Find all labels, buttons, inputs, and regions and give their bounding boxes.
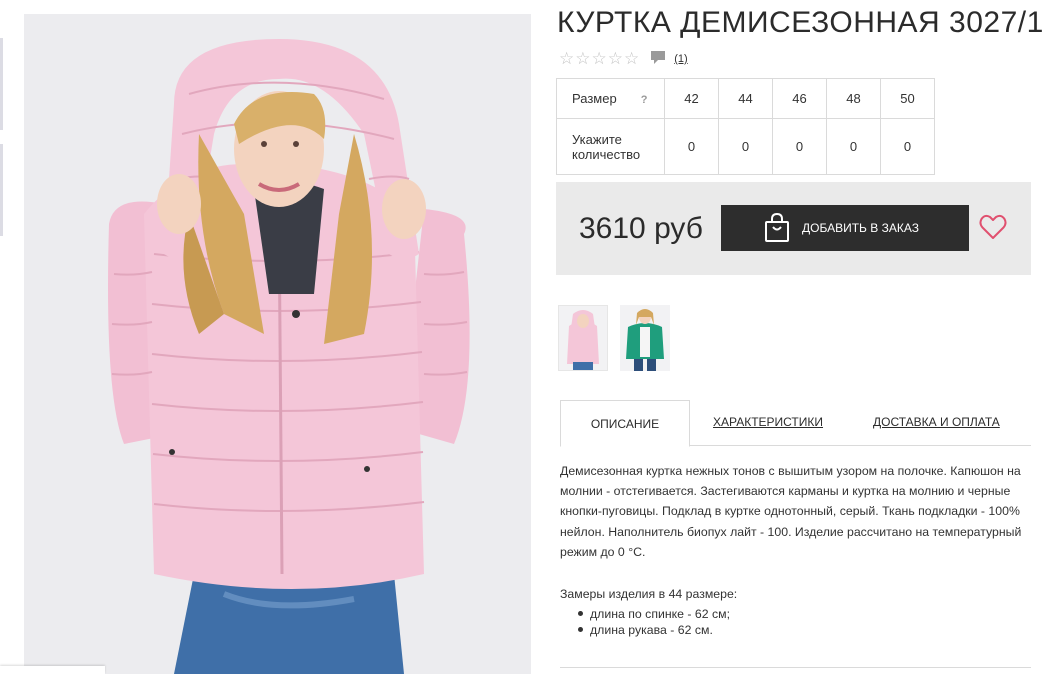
size-row: Размер? 42 44 46 48 50 (556, 78, 935, 119)
quantity-input[interactable]: 0 (826, 118, 881, 175)
size-help-icon[interactable]: ? (641, 94, 648, 106)
quantity-input[interactable]: 0 (772, 118, 827, 175)
star-icon[interactable]: ☆ (575, 50, 590, 68)
tab-delivery-payment[interactable]: ДОСТАВКА И ОПЛАТА (873, 400, 1000, 444)
page-overlay-fragment (0, 666, 105, 674)
size-option: 48 (826, 78, 881, 119)
quantity-input[interactable]: 0 (664, 118, 719, 175)
divider (560, 667, 1031, 668)
size-label-cell: Размер? (556, 78, 665, 119)
star-icon[interactable]: ☆ (608, 50, 623, 68)
product-description: Демисезонная куртка нежных тонов с вышит… (560, 464, 1022, 559)
size-label: Размер (572, 91, 617, 106)
product-price: 3610 руб (579, 212, 703, 245)
quantity-input[interactable]: 0 (718, 118, 773, 175)
comment-icon[interactable] (650, 50, 666, 70)
list-item: длина рукава - 62 см. (576, 622, 730, 638)
tab-characteristics[interactable]: ХАРАКТЕРИСТИКИ (713, 400, 823, 444)
buy-panel: 3610 руб ДОБАВИТЬ В ЗАКАЗ (556, 182, 1031, 275)
size-option: 46 (772, 78, 827, 119)
measurements-list: длина по спинке - 62 см; длина рукава - … (576, 606, 730, 638)
rating-stars[interactable]: ☆ ☆ ☆ ☆ ☆ (559, 50, 640, 68)
gallery-side-strip (0, 38, 3, 238)
product-thumbnail-green[interactable] (620, 305, 670, 371)
add-to-order-button[interactable]: ДОБАВИТЬ В ЗАКАЗ (721, 205, 969, 251)
star-icon[interactable]: ☆ (592, 50, 607, 68)
size-quantity-table: Размер? 42 44 46 48 50 Укажите количеств… (556, 78, 935, 175)
heart-icon[interactable] (979, 214, 1007, 245)
rating-row: ☆ ☆ ☆ ☆ ☆ (1) (559, 49, 688, 69)
size-option: 42 (664, 78, 719, 119)
size-option: 50 (880, 78, 935, 119)
product-title: КУРТКА ДЕМИСЕЗОННАЯ 3027/1 (557, 6, 1044, 39)
measurements-title: Замеры изделия в 44 размере: (560, 587, 738, 601)
main-product-photo[interactable] (24, 14, 531, 674)
size-option: 44 (718, 78, 773, 119)
star-icon[interactable]: ☆ (559, 50, 574, 68)
tab-description[interactable]: ОПИСАНИЕ (560, 400, 690, 447)
add-to-order-label: ДОБАВИТЬ В ЗАКАЗ (802, 221, 919, 235)
quantity-label: Укажите количество (556, 118, 665, 175)
gallery-side-strip-item[interactable] (0, 38, 3, 130)
list-item: длина по спинке - 62 см; (576, 606, 730, 622)
gallery-side-strip-item[interactable] (0, 144, 3, 236)
shopping-bag-icon (764, 213, 790, 243)
star-icon[interactable]: ☆ (624, 50, 639, 68)
quantity-row: Укажите количество 0 0 0 0 0 (556, 118, 935, 175)
product-tabs: ОПИСАНИЕ ХАРАКТЕРИСТИКИ ДОСТАВКА И ОПЛАТ… (560, 400, 1031, 447)
product-thumbnail-pink[interactable] (558, 305, 608, 371)
quantity-input[interactable]: 0 (880, 118, 935, 175)
review-count-link[interactable]: (1) (674, 53, 687, 65)
